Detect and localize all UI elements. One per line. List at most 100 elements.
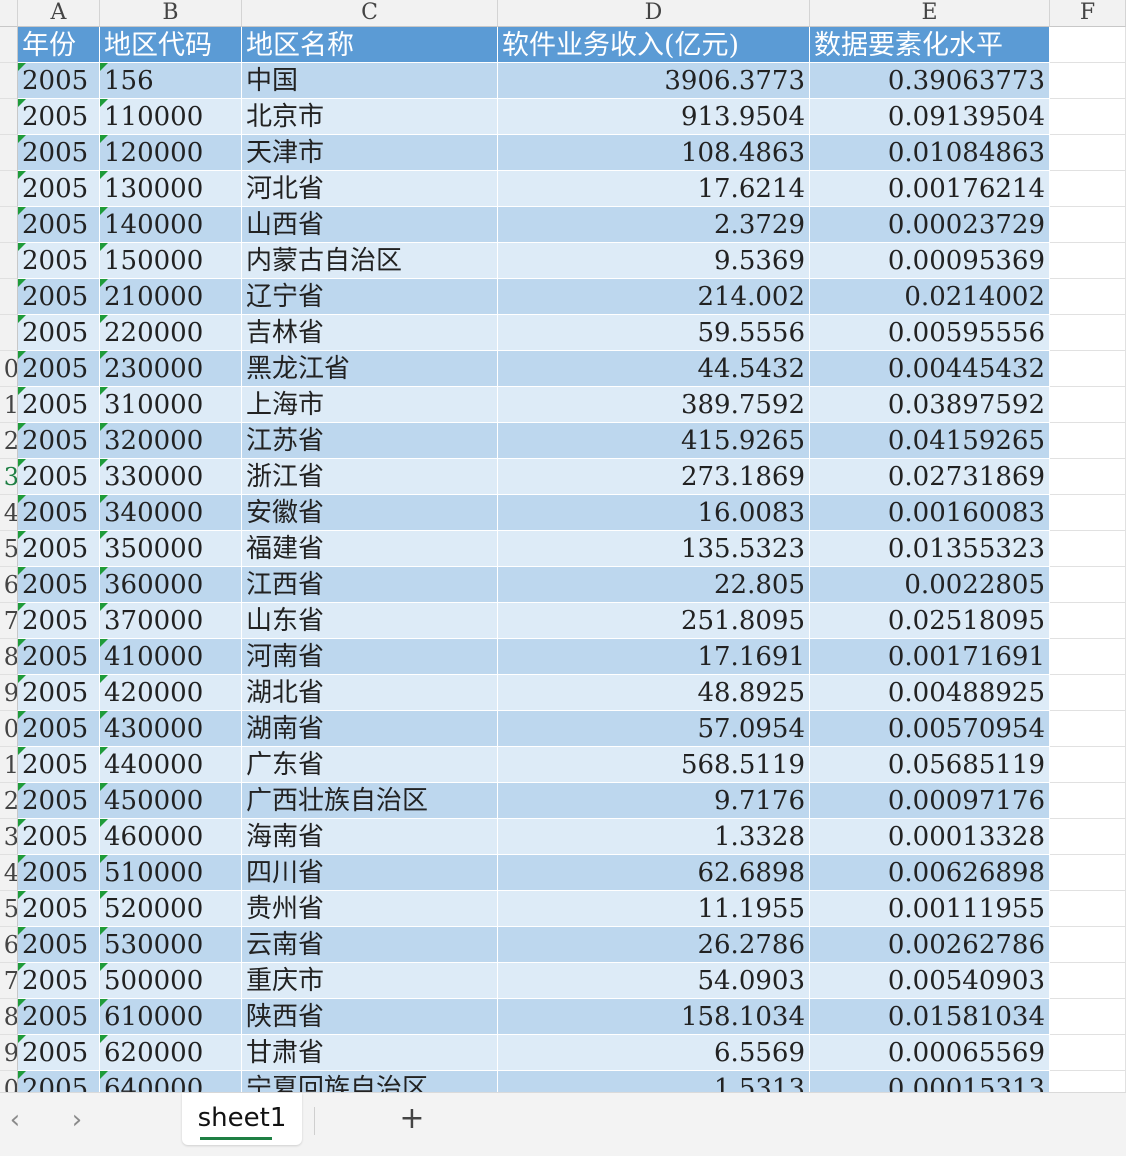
region-name-cell[interactable]: 贵州省 (242, 891, 498, 927)
empty-cell[interactable] (1050, 999, 1126, 1035)
region-name-cell[interactable]: 甘肃省 (242, 1035, 498, 1071)
region-code-cell[interactable]: 320000 (100, 423, 242, 459)
year-cell[interactable]: 2005 (18, 747, 100, 783)
row-header[interactable] (0, 171, 18, 207)
year-cell[interactable]: 2005 (18, 603, 100, 639)
region-code-cell[interactable]: 510000 (100, 855, 242, 891)
data-factor-level-cell[interactable]: 0.00065569 (810, 1035, 1050, 1071)
data-factor-level-cell[interactable]: 0.00595556 (810, 315, 1050, 351)
empty-cell[interactable] (1050, 819, 1126, 855)
data-factor-level-cell[interactable]: 0.00097176 (810, 783, 1050, 819)
column-header-d[interactable]: D (498, 0, 810, 27)
region-code-cell[interactable]: 430000 (100, 711, 242, 747)
year-cell[interactable]: 2005 (18, 999, 100, 1035)
region-code-cell[interactable]: 230000 (100, 351, 242, 387)
column-header-a[interactable]: A (18, 0, 100, 27)
region-name-cell[interactable]: 广东省 (242, 747, 498, 783)
year-cell[interactable]: 2005 (18, 819, 100, 855)
column-header-f[interactable]: F (1050, 0, 1126, 27)
region-name-cell[interactable]: 内蒙古自治区 (242, 243, 498, 279)
region-code-cell[interactable]: 370000 (100, 603, 242, 639)
software-revenue-cell[interactable]: 11.1955 (498, 891, 810, 927)
software-revenue-cell[interactable]: 1.5313 (498, 1071, 810, 1092)
region-name-cell[interactable]: 云南省 (242, 927, 498, 963)
data-factor-level-cell[interactable]: 0.04159265 (810, 423, 1050, 459)
empty-cell[interactable] (1050, 1035, 1126, 1071)
software-revenue-cell[interactable]: 913.9504 (498, 99, 810, 135)
region-code-cell[interactable]: 360000 (100, 567, 242, 603)
data-factor-level-cell[interactable]: 0.02731869 (810, 459, 1050, 495)
year-cell[interactable]: 2005 (18, 207, 100, 243)
data-factor-level-cell[interactable]: 0.01084863 (810, 135, 1050, 171)
software-revenue-cell[interactable]: 17.1691 (498, 639, 810, 675)
software-revenue-cell[interactable]: 1.3328 (498, 819, 810, 855)
row-header[interactable]: 1 (0, 387, 18, 423)
empty-cell[interactable] (1050, 603, 1126, 639)
empty-cell[interactable] (1050, 675, 1126, 711)
sheet-tab-sheet1[interactable]: sheet1 (182, 1093, 302, 1145)
add-sheet-plus-icon[interactable]: + (396, 1103, 428, 1135)
year-cell[interactable]: 2005 (18, 351, 100, 387)
row-header[interactable]: 3 (0, 819, 18, 855)
software-revenue-cell[interactable]: 2.3729 (498, 207, 810, 243)
row-header[interactable]: 2 (0, 783, 18, 819)
data-factor-level-cell[interactable]: 0.00488925 (810, 675, 1050, 711)
software-revenue-cell[interactable]: 6.5569 (498, 1035, 810, 1071)
region-code-cell[interactable]: 530000 (100, 927, 242, 963)
row-header[interactable]: 8 (0, 639, 18, 675)
data-factor-level-cell[interactable]: 0.00171691 (810, 639, 1050, 675)
row-header[interactable] (0, 63, 18, 99)
row-header[interactable]: 4 (0, 495, 18, 531)
row-header[interactable]: 8 (0, 999, 18, 1035)
software-revenue-cell[interactable]: 135.5323 (498, 531, 810, 567)
empty-cell[interactable] (1050, 531, 1126, 567)
row-header[interactable]: 0 (0, 711, 18, 747)
software-revenue-cell[interactable]: 62.6898 (498, 855, 810, 891)
empty-cell[interactable] (1050, 423, 1126, 459)
empty-cell[interactable] (1050, 567, 1126, 603)
software-revenue-cell[interactable]: 3906.3773 (498, 63, 810, 99)
row-header[interactable] (0, 135, 18, 171)
empty-cell[interactable] (1050, 495, 1126, 531)
row-header[interactable] (0, 99, 18, 135)
year-cell[interactable]: 2005 (18, 783, 100, 819)
region-code-cell[interactable]: 350000 (100, 531, 242, 567)
row-header[interactable]: 2 (0, 423, 18, 459)
region-code-cell[interactable]: 330000 (100, 459, 242, 495)
region-name-cell[interactable]: 浙江省 (242, 459, 498, 495)
software-revenue-cell[interactable]: 415.9265 (498, 423, 810, 459)
region-code-cell[interactable]: 520000 (100, 891, 242, 927)
empty-cell[interactable] (1050, 855, 1126, 891)
region-name-cell[interactable]: 重庆市 (242, 963, 498, 999)
region-code-cell[interactable]: 130000 (100, 171, 242, 207)
data-factor-level-cell[interactable]: 0.00015313 (810, 1071, 1050, 1092)
region-name-cell[interactable]: 吉林省 (242, 315, 498, 351)
empty-cell[interactable] (1050, 711, 1126, 747)
empty-cell[interactable] (1050, 459, 1126, 495)
region-code-cell[interactable]: 640000 (100, 1071, 242, 1092)
year-cell[interactable]: 2005 (18, 855, 100, 891)
region-name-cell[interactable]: 河南省 (242, 639, 498, 675)
data-factor-level-cell[interactable]: 0.09139504 (810, 99, 1050, 135)
year-cell[interactable]: 2005 (18, 243, 100, 279)
year-cell[interactable]: 2005 (18, 99, 100, 135)
software-revenue-cell[interactable]: 54.0903 (498, 963, 810, 999)
region-code-cell[interactable]: 156 (100, 63, 242, 99)
year-cell[interactable]: 2005 (18, 963, 100, 999)
empty-cell[interactable] (1050, 351, 1126, 387)
data-factor-level-cell[interactable]: 0.01355323 (810, 531, 1050, 567)
data-factor-level-cell[interactable]: 0.00176214 (810, 171, 1050, 207)
region-name-cell[interactable]: 山西省 (242, 207, 498, 243)
year-cell[interactable]: 2005 (18, 63, 100, 99)
software-revenue-cell[interactable]: 251.8095 (498, 603, 810, 639)
row-header[interactable] (0, 279, 18, 315)
header-cell[interactable]: 地区代码 (100, 27, 242, 63)
region-code-cell[interactable]: 440000 (100, 747, 242, 783)
region-name-cell[interactable]: 黑龙江省 (242, 351, 498, 387)
year-cell[interactable]: 2005 (18, 891, 100, 927)
region-name-cell[interactable]: 安徽省 (242, 495, 498, 531)
header-cell[interactable]: 软件业务收入(亿元) (498, 27, 810, 63)
region-name-cell[interactable]: 北京市 (242, 99, 498, 135)
software-revenue-cell[interactable]: 568.5119 (498, 747, 810, 783)
empty-cell[interactable] (1050, 639, 1126, 675)
